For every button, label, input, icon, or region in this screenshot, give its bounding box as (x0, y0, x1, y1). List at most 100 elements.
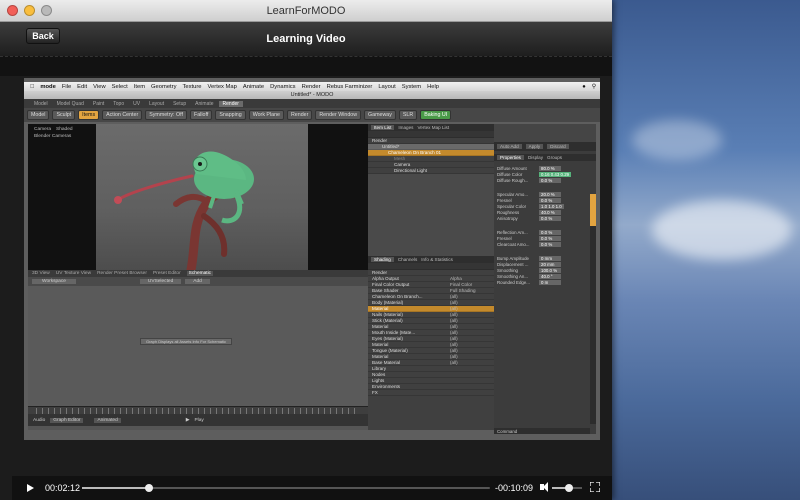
shader-tree-tabs: Shading Channels Info & Statistics (368, 256, 494, 263)
tool-field: Workspace (32, 279, 76, 284)
playbar-item: Play (194, 417, 204, 423)
property-value: 1.0 1.0 1.0 (539, 203, 564, 209)
property-row: Diffuse Rough... 0.0 % (494, 177, 596, 183)
player-controls: 00:02:12 -00:10:09 (12, 476, 612, 500)
property-value: 0 mm (539, 255, 561, 261)
shader-item-label: Nodes (372, 372, 386, 377)
modo-layout-tabs: Model Model Quad Paint Topo UV Layout Se… (24, 99, 600, 108)
shader-item-effect: (all) (450, 354, 458, 359)
shader-item-effect: Full Shading (450, 288, 476, 293)
property-label: Diffuse Color (497, 171, 523, 177)
panel-tab: Shading (371, 257, 394, 262)
window-title: LearnForMODO (266, 5, 346, 17)
panel-tab: Groups (547, 155, 563, 160)
property-value: 20.0 % (539, 191, 561, 197)
viewport-tab: Preset Editor (152, 271, 181, 276)
property-row: Clearcoat Amo... 0.0 % (494, 241, 596, 247)
viewport-tab: 3D View (32, 271, 50, 276)
below-video (0, 440, 612, 476)
tab-layout-active: Render (218, 100, 243, 107)
property-label: Fresnel (497, 197, 512, 203)
viewport-label: Shaded (56, 127, 73, 132)
property-value: 40.0 % (539, 209, 561, 215)
app-header: Back Learning Video (0, 22, 612, 56)
menu-item: Help (422, 83, 439, 90)
remaining-time: -00:10:09 (495, 483, 534, 493)
schematic-notice: Graph Displays all Assets Info For Schem… (140, 338, 232, 345)
tab-layout: Paint (92, 100, 105, 107)
volume-knob[interactable] (564, 484, 573, 492)
property-label: Fresnel (497, 235, 512, 241)
tab-layout: Layout (149, 100, 165, 107)
property-label: Rounded Edge... (497, 279, 530, 285)
menu-item: Animate (238, 83, 264, 90)
tab-layout: Animate (195, 100, 214, 107)
viewport-tabs: 3D View UV Texture View Render Preset Br… (28, 270, 368, 277)
property-label: Smoothing An... (497, 273, 528, 279)
props-action: Discard (547, 144, 569, 149)
shader-item-label: Alpha Output (372, 276, 399, 281)
anim-playbar: Audio Graph Editor Animated ▶ Play (28, 414, 368, 426)
property-row: Rounded Edge... 0 m (494, 279, 596, 285)
tool-button: Baking UI (420, 110, 452, 120)
fullscreen-icon[interactable] (590, 482, 600, 492)
panel-tab: Vertex Map List (417, 125, 450, 130)
menu-item: Geometry (146, 83, 176, 90)
tool-button: Render (286, 110, 313, 120)
tool-button: Model (27, 110, 50, 120)
shader-item-label: Stick (Material) (372, 318, 403, 323)
video-frame[interactable]:  mode File Edit View Select Item Geomet… (24, 78, 600, 440)
props-top-fields (494, 124, 596, 142)
progress-track[interactable] (82, 484, 490, 492)
shader-item-effect: (all) (450, 300, 458, 305)
volume-icon[interactable] (540, 482, 548, 492)
list-header (368, 131, 494, 138)
list-empty-area (368, 174, 494, 256)
property-value: 0.16 0.43 0.29 (539, 171, 572, 177)
item-list-panel: Item List Images Vertex Map List Render … (368, 124, 494, 430)
shader-tree: Render Alpha Output Alpha Final Color Outpu… (368, 270, 494, 396)
shader-item-label: Mouth Inside (Mate... (372, 330, 416, 335)
shader-item-label: Nails (Material) (372, 312, 403, 317)
shader-item-effect: (all) (450, 330, 458, 335)
menu-item: Rebus Farminizer (322, 83, 373, 90)
property-label: Reflection Am... (497, 229, 528, 235)
wallpaper-cloud (652, 200, 792, 260)
menu-item: Vertex Map (203, 83, 237, 90)
menu-item: Select (107, 83, 128, 90)
shader-item-effect: (all) (450, 336, 458, 341)
property-label: Bump Amplitude (497, 255, 529, 261)
property-label: Diffuse Rough... (497, 177, 529, 183)
progress-knob[interactable] (145, 484, 154, 492)
item-list-tabs: Item List Images Vertex Map List (368, 124, 494, 131)
property-value: 0 m (539, 279, 561, 285)
apple-icon:  (30, 84, 34, 90)
props-tabs: Properties Display Groups (494, 154, 596, 161)
menu-item: Edit (72, 83, 87, 90)
shader-item-label: Base Material (372, 360, 401, 365)
menu-item: Render (297, 83, 321, 90)
header-divider (0, 56, 612, 76)
play-icon[interactable] (27, 484, 34, 492)
shader-item-label: Chameleon On Branch... (372, 294, 423, 299)
3d-viewport: Camera Shaded SLR Blender Cameras GL Ult… (28, 124, 368, 270)
shader-item-label: Render (372, 270, 388, 275)
shader-item-effect: (all) (450, 294, 458, 299)
props-footer: Command (494, 428, 590, 434)
play-icon: ▶ (185, 417, 190, 423)
volume-slider[interactable] (552, 484, 582, 492)
progress-fill (82, 487, 150, 489)
shader-item-label: Final Color Output (372, 282, 410, 287)
panel-tab: Channels (397, 257, 418, 262)
shader-item-label: Material (372, 306, 389, 311)
schematic-toolbar: Workspace UVSelected Add (28, 277, 368, 286)
tool-button: Items (78, 110, 100, 120)
tool-field: UVSelected (139, 279, 182, 284)
property-label: Clearcoat Amo... (497, 241, 530, 247)
shader-item-label: Library (372, 366, 387, 371)
property-row: Anisotropy 0.0 % (494, 215, 596, 221)
shader-item-effect: (all) (450, 318, 458, 323)
wifi-icon: ● (582, 83, 586, 90)
property-label: Smoothing (497, 267, 518, 273)
property-value: 0.0 % (539, 215, 561, 221)
